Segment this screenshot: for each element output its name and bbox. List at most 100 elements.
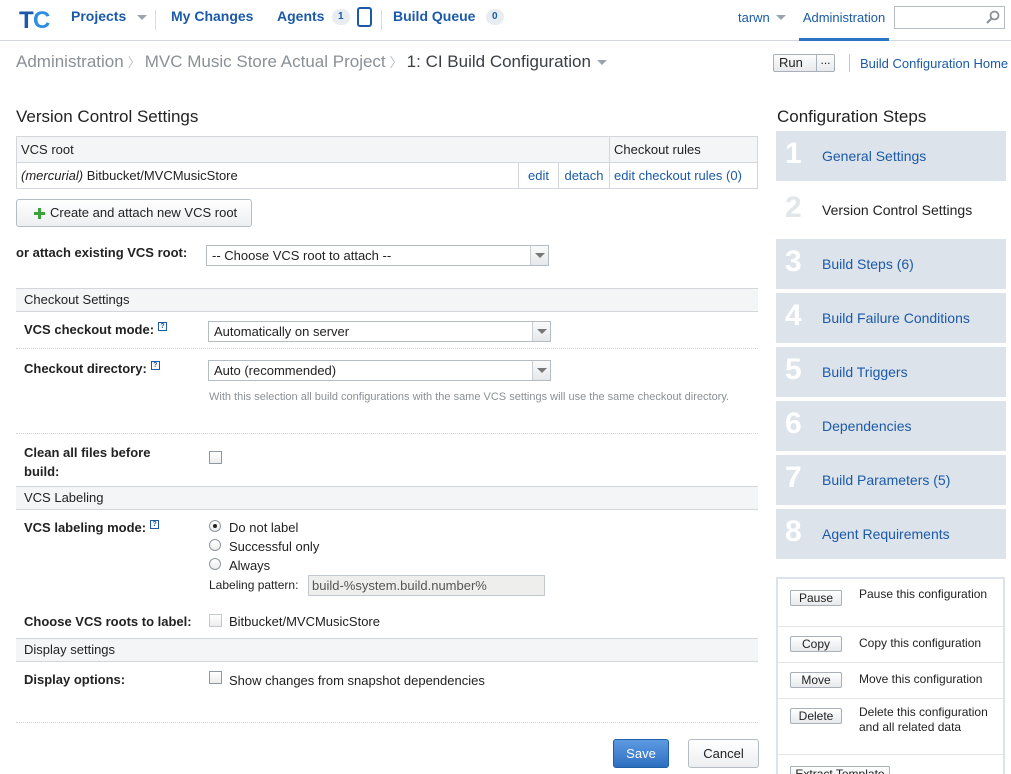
projects-chevron-down-icon[interactable] [137, 15, 147, 20]
vcs-root-type: (mercurial) [21, 168, 84, 183]
create-vcs-root-button[interactable]: Create and attach new VCS root [16, 199, 252, 227]
save-button[interactable]: Save [613, 739, 669, 768]
vcs-checkout-mode-value: Automatically on server [214, 324, 350, 339]
teamcity-logo-icon[interactable]: T C [18, 4, 52, 34]
checkout-directory-select[interactable]: Auto (recommended) [208, 360, 551, 381]
step-label[interactable]: Build Failure Conditions [822, 310, 970, 326]
display-options-label: Display options: [24, 672, 126, 687]
svg-text:T: T [19, 7, 34, 34]
checkout-rules-cell: edit checkout rules (0) [609, 162, 758, 189]
help-icon[interactable]: ? [158, 322, 168, 331]
step-label[interactable]: General Settings [822, 148, 926, 164]
help-icon[interactable]: ? [150, 361, 160, 370]
show-snapshot-changes-checkbox[interactable] [209, 671, 222, 684]
divider [16, 433, 758, 434]
search-input[interactable] [894, 6, 1005, 29]
delete-button[interactable]: Delete [790, 708, 842, 724]
breadcrumb-project[interactable]: MVC Music Store Actual Project [145, 52, 386, 71]
step-build-triggers[interactable]: 5 Build Triggers [776, 347, 1006, 397]
run-button[interactable]: Run ... [773, 54, 835, 72]
configuration-steps-title: Configuration Steps [777, 107, 927, 126]
step-label[interactable]: Build Parameters (5) [822, 472, 950, 488]
chevron-down-icon[interactable] [532, 322, 550, 341]
step-label[interactable]: Dependencies [822, 418, 912, 434]
step-label[interactable]: Build Triggers [822, 364, 908, 380]
move-button[interactable]: Move [790, 672, 842, 688]
nav-separator [381, 10, 382, 30]
run-options-button[interactable]: ... [816, 54, 834, 71]
nav-agents[interactable]: Agents [277, 8, 324, 24]
step-version-control-settings[interactable]: 2 Version Control Settings [776, 185, 1006, 235]
nav-administration[interactable]: Administration [799, 0, 889, 41]
vcs-checkout-mode-select[interactable]: Automatically on server [208, 321, 551, 342]
step-label[interactable]: Agent Requirements [822, 526, 950, 542]
plus-icon [34, 208, 45, 219]
vcs-labeling-header: VCS Labeling [16, 486, 758, 510]
breadcrumb-chevron-down-icon[interactable] [596, 60, 607, 66]
nav-my-changes[interactable]: My Changes [171, 8, 253, 24]
user-menu[interactable]: tarwn [738, 10, 770, 25]
user-chevron-down-icon[interactable] [776, 15, 786, 20]
checkout-directory-value: Auto (recommended) [214, 363, 337, 378]
nav-separator [155, 10, 156, 30]
step-build-parameters[interactable]: 7 Build Parameters (5) [776, 455, 1006, 505]
label-root-checkbox[interactable] [209, 614, 222, 627]
chevron-down-icon[interactable] [530, 246, 548, 265]
edit-cell: edit [518, 162, 559, 189]
agent-icon[interactable] [357, 7, 372, 27]
help-icon[interactable]: ? [150, 520, 160, 529]
detach-vcs-root-link[interactable]: detach [564, 168, 603, 183]
step-number: 8 [785, 515, 802, 548]
configuration-actions-panel: Pause Pause this configuration Copy Copy… [776, 577, 1005, 774]
checkout-directory-label-text: Checkout directory: [24, 361, 147, 376]
breadcrumb-separator-icon: 〉 [127, 55, 141, 70]
labeling-pattern-input[interactable] [308, 575, 545, 596]
edit-vcs-root-link[interactable]: edit [528, 168, 549, 183]
vcs-checkout-mode-label: VCS checkout mode:? [24, 322, 168, 337]
radio-successful-only[interactable] [209, 539, 221, 551]
step-label[interactable]: Build Steps (6) [822, 256, 914, 272]
vcs-labeling-mode-label: VCS labeling mode:? [24, 520, 160, 535]
step-build-failure-conditions[interactable]: 4 Build Failure Conditions [776, 293, 1006, 343]
pause-button[interactable]: Pause [790, 590, 842, 606]
radio-label-always[interactable]: Always [229, 558, 270, 573]
show-snapshot-changes-label[interactable]: Show changes from snapshot dependencies [229, 673, 485, 688]
edit-checkout-rules-link[interactable]: edit checkout rules (0) [614, 168, 742, 183]
vcs-roots-to-label-label: Choose VCS roots to label: [24, 614, 192, 629]
radio-always[interactable] [209, 558, 221, 570]
chevron-down-icon[interactable] [532, 361, 550, 380]
divider [849, 54, 850, 72]
clean-files-checkbox[interactable] [209, 451, 222, 464]
attach-vcs-root-select[interactable]: -- Choose VCS root to attach -- [206, 245, 549, 266]
cancel-button[interactable]: Cancel [688, 739, 759, 768]
action-row-extract-template: Extract Template [778, 755, 1003, 774]
page-title: Version Control Settings [16, 107, 199, 126]
copy-button[interactable]: Copy [790, 636, 842, 652]
nav-build-queue[interactable]: Build Queue [393, 8, 475, 24]
vcs-root-name: Bitbucket/MVCMusicStore [86, 168, 238, 183]
build-queue-count-badge: 0 [486, 9, 504, 25]
vcs-labeling-mode-label-text: VCS labeling mode: [24, 520, 147, 535]
labeling-pattern-label: Labeling pattern: [209, 578, 299, 592]
column-header-vcs-root: VCS root [16, 136, 610, 163]
step-general-settings[interactable]: 1 General Settings [776, 131, 1006, 181]
attach-vcs-root-value: -- Choose VCS root to attach -- [212, 248, 392, 263]
step-number: 2 [785, 191, 802, 224]
radio-label-do-not-label[interactable]: Do not label [229, 520, 298, 535]
radio-do-not-label[interactable] [209, 520, 221, 532]
extract-template-button[interactable]: Extract Template [790, 766, 890, 774]
radio-label-successful-only[interactable]: Successful only [229, 539, 319, 554]
search-icon[interactable] [986, 10, 1000, 24]
run-button-label[interactable]: Run [779, 55, 803, 70]
step-dependencies[interactable]: 6 Dependencies [776, 401, 1006, 451]
nav-projects[interactable]: Projects [71, 8, 126, 24]
step-label[interactable]: Version Control Settings [822, 202, 972, 218]
build-configuration-home-link[interactable]: Build Configuration Home [860, 56, 1008, 71]
breadcrumb-administration[interactable]: Administration [16, 52, 124, 71]
pause-description: Pause this configuration [859, 587, 988, 601]
step-agent-requirements[interactable]: 8 Agent Requirements [776, 509, 1006, 559]
divider [16, 348, 758, 349]
breadcrumb-build-configuration[interactable]: 1: CI Build Configuration [407, 52, 591, 71]
step-build-steps[interactable]: 3 Build Steps (6) [776, 239, 1006, 289]
label-root-name[interactable]: Bitbucket/MVCMusicStore [229, 614, 380, 629]
